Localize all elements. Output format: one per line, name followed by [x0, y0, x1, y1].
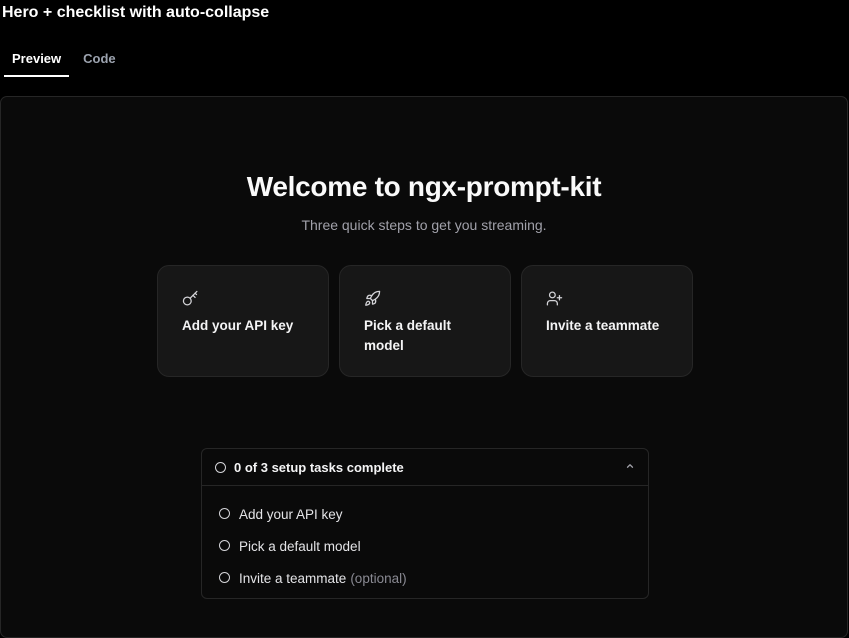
step-card-label: Pick a default model: [364, 318, 452, 353]
tab-bar: Preview Code: [4, 44, 124, 77]
progress-circle-icon: [215, 461, 226, 473]
task-label: Add your API key: [239, 506, 343, 522]
hero-subtitle: Three quick steps to get you streaming.: [301, 217, 547, 233]
task-checkbox[interactable]: [219, 571, 230, 583]
step-card-label: Add your API key: [182, 318, 294, 333]
step-card-api-key[interactable]: Add your API key: [157, 265, 329, 377]
task-item-default-model[interactable]: Pick a default model: [202, 532, 648, 564]
task-list: Add your API key Pick a default model In…: [202, 486, 648, 596]
key-icon: [182, 290, 199, 307]
step-card-invite[interactable]: Invite a teammate: [521, 265, 693, 377]
step-cards: Add your API key Pick a default model In…: [157, 265, 693, 377]
task-label: Pick a default model: [239, 538, 361, 554]
task-item-invite[interactable]: Invite a teammate (optional): [202, 564, 648, 596]
task-label: Invite a teammate: [239, 570, 347, 586]
task-checkbox[interactable]: [219, 507, 230, 519]
chevron-up-icon[interactable]: [625, 461, 635, 471]
page-title: Hero + checklist with auto-collapse: [2, 4, 270, 21]
task-optional-note: (optional): [350, 570, 407, 586]
step-card-label: Invite a teammate: [546, 318, 660, 333]
task-checkbox[interactable]: [219, 539, 230, 551]
setup-checklist: 0 of 3 setup tasks complete Add your API…: [201, 448, 649, 599]
rocket-icon: [364, 290, 381, 307]
user-plus-icon: [546, 290, 563, 307]
tab-preview[interactable]: Preview: [4, 44, 70, 77]
checklist-header[interactable]: 0 of 3 setup tasks complete: [202, 449, 648, 486]
preview-panel: Welcome to ngx-prompt-kit Three quick st…: [0, 96, 848, 638]
checklist-progress-label: 0 of 3 setup tasks complete: [234, 459, 404, 475]
hero-title: Welcome to ngx-prompt-kit: [246, 171, 602, 202]
tab-code[interactable]: Code: [75, 44, 124, 77]
step-card-default-model[interactable]: Pick a default model: [339, 265, 511, 377]
task-item-api-key[interactable]: Add your API key: [202, 500, 648, 532]
